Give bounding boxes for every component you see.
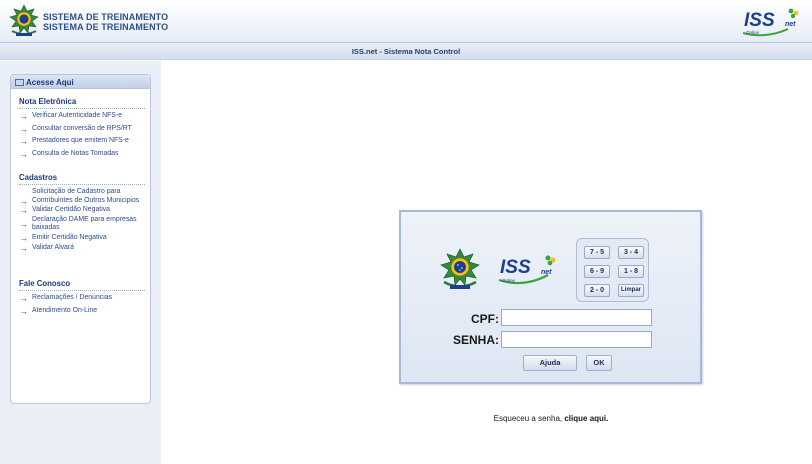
- forgot-password-link[interactable]: clique aqui.: [564, 414, 608, 423]
- system-name: ISS.net - Sistema Nota Control: [351, 47, 461, 56]
- key-3-4[interactable]: 3 - 4: [618, 246, 644, 259]
- link-verificar-autenticidade[interactable]: → Verificar Autenticidade NFS-e: [19, 112, 145, 121]
- arrow-right-icon: →: [19, 293, 28, 303]
- arrow-right-icon: →: [19, 196, 28, 206]
- svg-text:net: net: [785, 21, 796, 28]
- brazil-coat-of-arms-icon: [440, 248, 480, 289]
- cpf-input[interactable]: [501, 309, 652, 326]
- senha-label: SENHA:: [452, 333, 499, 347]
- sidebar-header: Acesse Aqui: [11, 75, 150, 89]
- section-nota-eletronica: Nota Eletrônica → Verificar Autenticidade…: [19, 97, 145, 162]
- iss-net-logo: ISS net Online: [742, 8, 799, 37]
- arrow-right-icon: →: [19, 136, 28, 147]
- link-declaracao-dame[interactable]: → Declaração DAME para empresas baixadas: [19, 216, 145, 233]
- top-header: SISTEMA DE TREINAMENTO SISTEMA DE TREINA…: [0, 0, 812, 43]
- svg-text:net: net: [541, 269, 552, 276]
- key-7-5[interactable]: 7 - 5: [584, 246, 610, 259]
- link-solicitacao-cadastro[interactable]: → Solicitação de Cadastro para Contribuin…: [19, 188, 145, 206]
- arrow-right-icon: →: [19, 111, 28, 121]
- login-panel: ISS net Online 7 - 5 3 - 4 6 - 9 1 - 8 2…: [399, 210, 702, 384]
- link-validar-certidao[interactable]: → Validar Certidão Negativa: [19, 206, 145, 215]
- system-title-line-1: SISTEMA DE TREINAMENTO: [43, 12, 169, 22]
- key-2-0[interactable]: 2 - 0: [584, 284, 610, 297]
- section-title: Nota Eletrônica: [19, 97, 145, 109]
- arrow-right-icon: →: [19, 123, 28, 134]
- section-title: Cadastros: [19, 173, 145, 185]
- arrow-right-icon: →: [19, 305, 28, 316]
- cpf-label: CPF:: [471, 312, 499, 326]
- brazil-coat-of-arms-icon: [9, 4, 39, 36]
- section-title: Fale Conosco: [19, 279, 145, 291]
- sidebar-menu: Acesse Aqui Nota Eletrônica → Verificar A…: [10, 74, 151, 404]
- key-limpar[interactable]: Limpar: [618, 284, 644, 297]
- link-consultar-conversao-rps[interactable]: → Consultar conversão de RPS/RT: [19, 123, 145, 134]
- svg-text:ISS: ISS: [500, 257, 531, 278]
- virtual-keypad: 7 - 5 3 - 4 6 - 9 1 - 8 2 - 0 Limpar: [576, 238, 649, 302]
- system-title-line-2: SISTEMA DE TREINAMENTO: [43, 22, 169, 32]
- link-reclamacoes[interactable]: → Reclamações / Denúncias: [19, 294, 145, 303]
- arrow-right-icon: →: [19, 205, 28, 216]
- ok-button[interactable]: OK: [586, 355, 612, 371]
- svg-text:Online: Online: [746, 30, 760, 35]
- key-6-9[interactable]: 6 - 9: [584, 265, 610, 278]
- link-emitir-certidao[interactable]: → Emitir Certidão Negativa: [19, 232, 145, 243]
- ajuda-button[interactable]: Ajuda: [523, 355, 577, 371]
- arrow-right-icon: →: [19, 242, 28, 253]
- section-cadastros: Cadastros → Solicitação de Cadastro para …: [19, 173, 145, 256]
- sub-header-bar: ISS.net - Sistema Nota Control: [0, 43, 812, 60]
- iss-net-logo: ISS net Online: [498, 255, 556, 285]
- link-consulta-notas-tomadas[interactable]: → Consulta de Notas Tomadas: [19, 148, 145, 159]
- arrow-right-icon: →: [19, 232, 28, 243]
- forgot-password: Esqueceu a senha, clique aqui.: [400, 414, 702, 423]
- link-prestadores-nfse[interactable]: → Prestadores que emitem NFS-e: [19, 137, 145, 146]
- svg-text:ISS: ISS: [744, 10, 775, 31]
- link-atendimento-online[interactable]: → Atendimento On-Line: [19, 305, 145, 316]
- sidebar-title: Acesse Aqui: [26, 78, 74, 87]
- computer-icon: [15, 79, 24, 86]
- section-fale-conosco: Fale Conosco → Reclamações / Denúncias → A…: [19, 279, 145, 319]
- senha-input[interactable]: [501, 331, 652, 348]
- arrow-right-icon: →: [19, 148, 28, 159]
- link-validar-alvara[interactable]: → Validar Alvará: [19, 242, 145, 253]
- svg-text:Online: Online: [502, 278, 516, 283]
- forgot-password-text: Esqueceu a senha,: [493, 414, 563, 423]
- arrow-right-icon: →: [19, 218, 28, 229]
- key-1-8[interactable]: 1 - 8: [618, 265, 644, 278]
